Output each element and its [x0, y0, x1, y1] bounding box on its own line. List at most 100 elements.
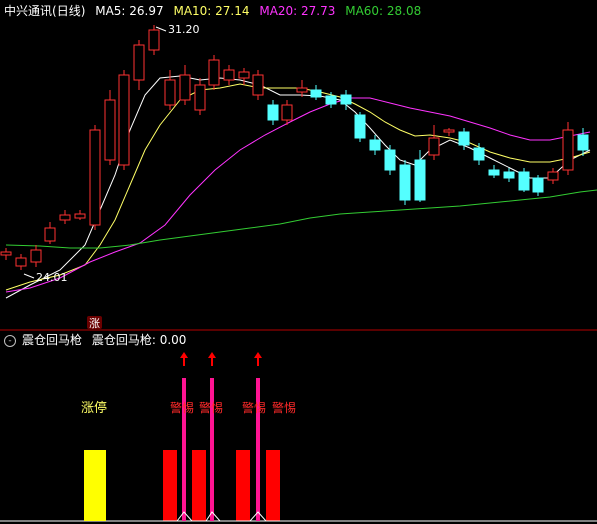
candlestick[interactable] [223, 65, 235, 85]
warning-label: 警惕 [272, 400, 296, 415]
main-chart-header: 中兴通讯(日线) MA5: 26.97 MA10: 27.14 MA20: 27… [4, 3, 427, 19]
indicator-value: 震仓回马枪: 0.00 [91, 333, 187, 347]
candle-body[interactable] [369, 139, 381, 151]
collapse-icon[interactable]: - [4, 334, 16, 347]
candle-body[interactable] [340, 94, 352, 105]
candle-body[interactable] [118, 74, 130, 166]
period-label[interactable]: (日线) [52, 4, 85, 18]
candle-body[interactable] [281, 104, 293, 121]
candlestick[interactable] [89, 125, 101, 230]
candlestick[interactable] [532, 175, 544, 196]
candle-body[interactable] [473, 147, 485, 161]
candle-body[interactable] [74, 213, 86, 219]
candlestick[interactable] [118, 70, 130, 170]
warning-label: 警惕 [170, 400, 194, 415]
candle-body[interactable] [458, 131, 470, 146]
candle-body[interactable] [325, 95, 337, 105]
candlestick[interactable] [133, 40, 145, 90]
candle-body[interactable] [310, 89, 322, 98]
candlestick[interactable] [238, 68, 250, 85]
stock-chart[interactable]: 31.2024.01涨 涨停 警惕 警惕 警惕 警惕 [0, 0, 597, 524]
candle-body[interactable] [488, 169, 500, 176]
candlestick[interactable] [325, 92, 337, 108]
candlestick[interactable] [518, 168, 530, 192]
candle-body[interactable] [443, 129, 455, 133]
candlestick[interactable] [0, 248, 12, 260]
candlestick[interactable] [44, 222, 56, 244]
candle-body[interactable] [503, 171, 515, 179]
candlestick[interactable] [384, 145, 396, 175]
ma5-label: MA5: 26.97 [95, 4, 164, 18]
zhang-badge: 涨 [89, 317, 100, 330]
candlestick[interactable] [562, 122, 574, 175]
candle-body[interactable] [104, 99, 116, 161]
ma20-label: MA20: 27.73 [259, 4, 336, 18]
candlestick[interactable] [194, 78, 206, 115]
candle-body[interactable] [179, 74, 191, 101]
candle-body[interactable] [547, 171, 559, 181]
candlestick[interactable] [488, 165, 500, 178]
candle-body[interactable] [354, 114, 366, 139]
candle-body[interactable] [238, 71, 250, 79]
candlestick[interactable] [296, 80, 308, 97]
candlestick[interactable] [104, 90, 116, 165]
candle-body[interactable] [399, 164, 411, 201]
candlestick[interactable] [179, 65, 191, 105]
candlestick[interactable] [15, 254, 27, 270]
candle-body[interactable] [252, 74, 264, 96]
candlestick[interactable] [267, 100, 279, 125]
candlestick[interactable] [208, 55, 220, 90]
candle-body[interactable] [532, 177, 544, 193]
alert-arrow-icon [254, 352, 262, 358]
candle-body[interactable] [194, 84, 206, 111]
candle-body[interactable] [296, 87, 308, 93]
candle-body[interactable] [577, 134, 589, 151]
indicator-header: - 震仓回马枪 震仓回马枪: 0.00 [4, 332, 192, 348]
alert-bar [256, 378, 260, 521]
candlestick[interactable] [252, 70, 264, 100]
candle-body[interactable] [384, 149, 396, 171]
candlestick[interactable] [414, 150, 426, 202]
candlestick[interactable] [473, 143, 485, 165]
candlestick[interactable] [354, 112, 366, 142]
candlestick[interactable] [164, 70, 176, 110]
candle-body[interactable] [0, 251, 12, 256]
candlestick[interactable] [74, 210, 86, 220]
price-markers: 31.20 24.01 涨 [23, 23, 200, 330]
candlestick[interactable] [443, 128, 455, 136]
candle-body[interactable] [148, 29, 160, 51]
candlestick-series[interactable] [0, 25, 589, 270]
alert-arrow-icon [208, 352, 216, 358]
signal-bar [163, 450, 177, 521]
stock-name[interactable]: 中兴通讯 [4, 4, 52, 18]
candle-body[interactable] [15, 257, 27, 267]
candle-body[interactable] [428, 137, 440, 156]
candlestick[interactable] [503, 168, 515, 182]
low-arrow [23, 273, 35, 279]
candle-body[interactable] [223, 69, 235, 81]
candle-body[interactable] [89, 129, 101, 226]
candle-body[interactable] [562, 129, 574, 171]
alert-bar [182, 378, 186, 521]
candlestick[interactable] [148, 25, 160, 55]
candle-body[interactable] [30, 249, 42, 263]
candlestick[interactable] [59, 210, 71, 224]
candlestick[interactable] [428, 125, 440, 160]
alert-arrow-icon [180, 352, 188, 358]
candlestick[interactable] [30, 245, 42, 267]
candle-body[interactable] [44, 227, 56, 242]
ma10-label: MA10: 27.14 [173, 4, 250, 18]
candlestick[interactable] [399, 160, 411, 205]
candle-body[interactable] [518, 171, 530, 191]
candle-body[interactable] [267, 104, 279, 121]
warning-label: 警惕 [199, 400, 223, 415]
candle-body[interactable] [59, 214, 71, 221]
candlestick[interactable] [547, 168, 559, 184]
indicator-name[interactable]: 震仓回马枪 [22, 333, 82, 347]
candlestick[interactable] [310, 85, 322, 100]
alert-bar [210, 378, 214, 521]
candle-body[interactable] [208, 59, 220, 86]
candle-body[interactable] [133, 44, 145, 81]
candle-body[interactable] [414, 159, 426, 201]
candle-body[interactable] [164, 79, 176, 106]
